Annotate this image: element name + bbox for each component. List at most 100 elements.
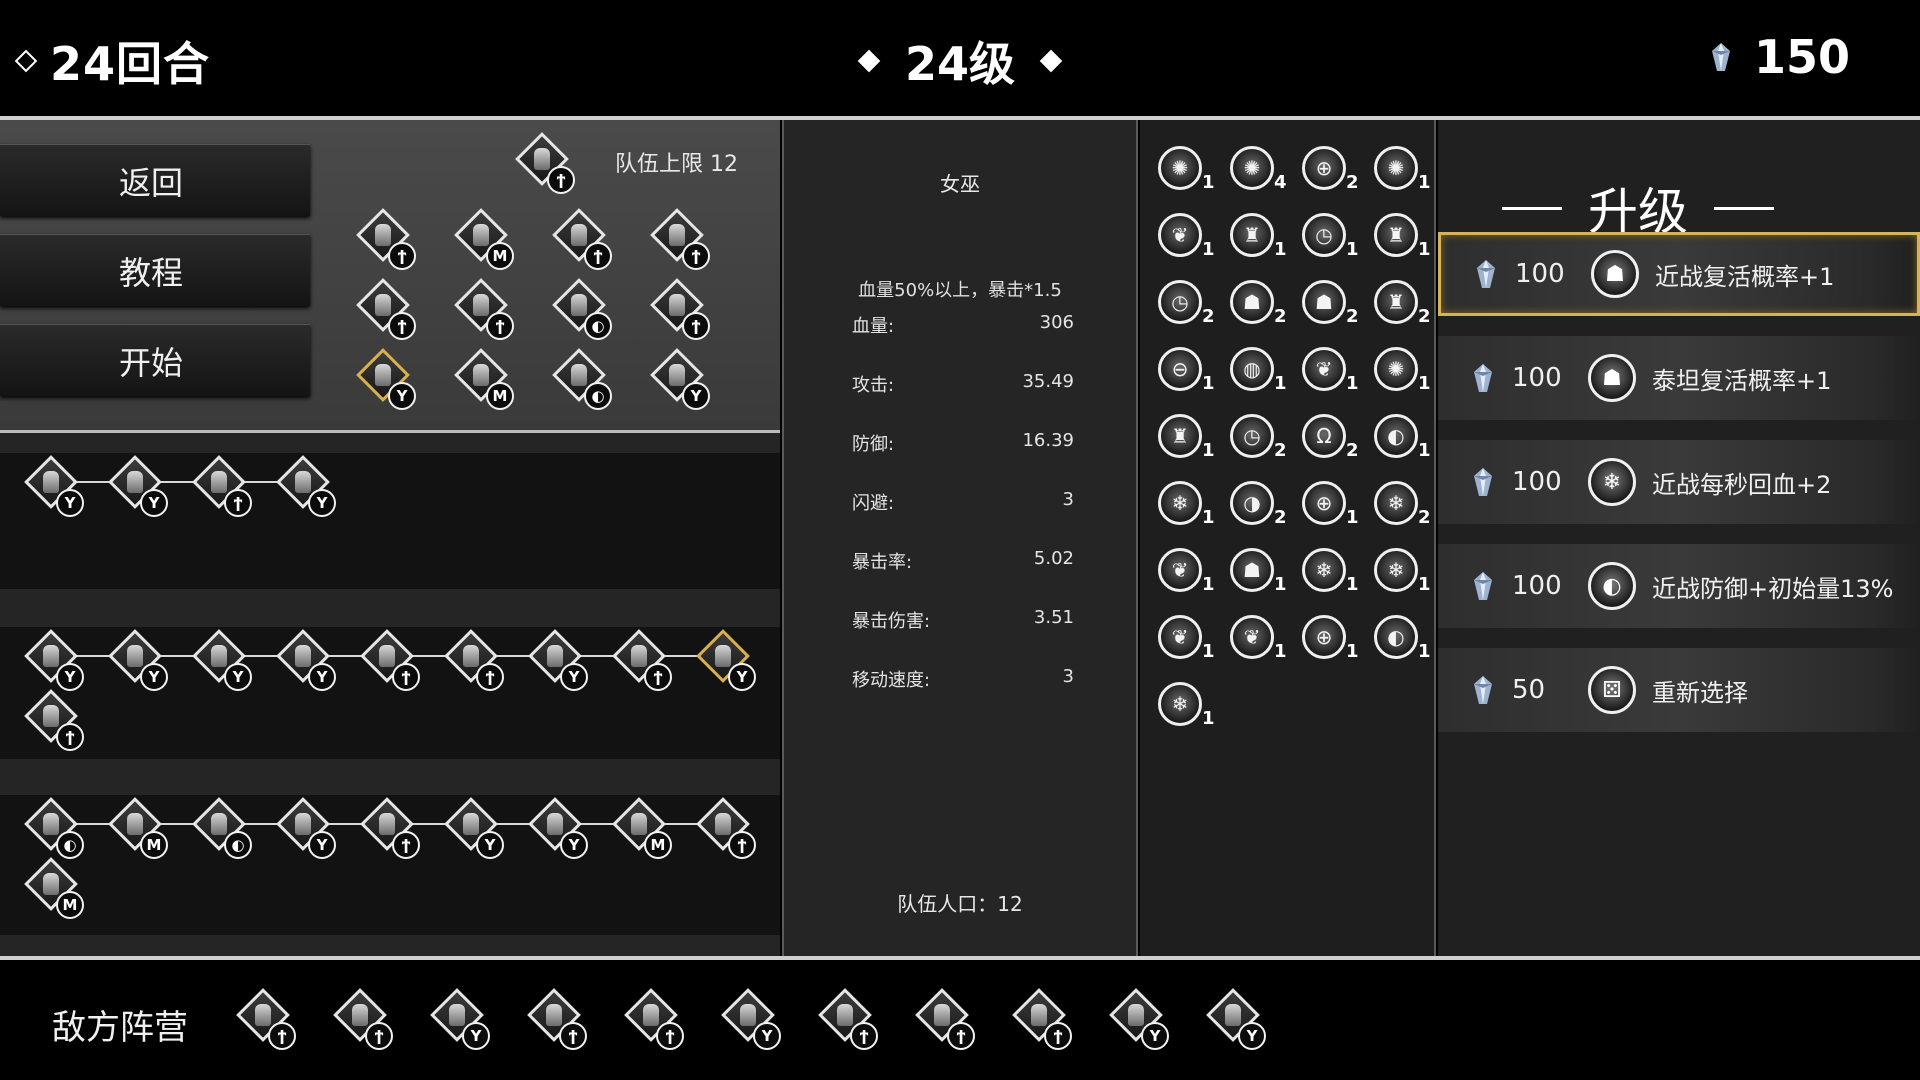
unit-slot[interactable]: Y — [356, 348, 418, 412]
unit-class-badge: ◐ — [224, 831, 252, 859]
buff-item[interactable]: ☗ 2 — [1230, 280, 1290, 334]
unit-slot[interactable]: ϯ — [527, 988, 589, 1052]
buff-item[interactable]: ✺ 4 — [1230, 146, 1290, 200]
unit-slot[interactable]: ◐ — [552, 278, 614, 342]
unit-slot[interactable]: ϯ — [624, 988, 686, 1052]
unit-slot[interactable]: ϯ — [192, 455, 254, 519]
buff-item[interactable]: ♜ 1 — [1158, 414, 1218, 468]
buff-item[interactable]: ❄ 1 — [1158, 682, 1218, 736]
unit-slot[interactable]: ϯ — [356, 278, 418, 342]
buff-item[interactable]: ⊕ 1 — [1302, 615, 1362, 669]
upgrade-option[interactable]: 50 ⚄ 重新选择 — [1438, 648, 1920, 732]
unit-slot[interactable]: Y — [108, 455, 170, 519]
buff-item[interactable]: ☗ 2 — [1302, 280, 1362, 334]
unit-portrait — [352, 1004, 368, 1026]
buff-item[interactable]: ♜ 1 — [1374, 213, 1434, 267]
buff-item[interactable]: ❦ 1 — [1302, 347, 1362, 401]
buff-item[interactable]: ◍ 1 — [1230, 347, 1290, 401]
unit-slot[interactable]: ϯ — [360, 797, 422, 861]
buff-item[interactable]: ◷ 2 — [1158, 280, 1218, 334]
buff-item[interactable]: ⊕ 1 — [1302, 481, 1362, 535]
unit-class-badge: ϯ — [547, 166, 575, 194]
buff-item[interactable]: ❄ 1 — [1158, 481, 1218, 535]
unit-slot[interactable]: M — [454, 208, 516, 272]
unit-slot[interactable]: ϯ — [552, 208, 614, 272]
unit-slot[interactable]: ϯ — [650, 278, 712, 342]
buff-item[interactable]: ❦ 1 — [1158, 213, 1218, 267]
unit-class-badge: Y — [140, 489, 168, 517]
tower-icon: ♜ — [1230, 213, 1274, 257]
unit-class-badge: Y — [308, 663, 336, 691]
unit-slot[interactable]: Y — [276, 629, 338, 693]
unit-slot[interactable]: ◐ — [24, 797, 86, 861]
buff-item[interactable]: ♜ 2 — [1374, 280, 1434, 334]
unit-slot[interactable]: M — [108, 797, 170, 861]
buff-item[interactable]: ❄ 1 — [1302, 548, 1362, 602]
buff-item[interactable]: ◑ 2 — [1230, 481, 1290, 535]
buff-item[interactable]: Ω2 — [1302, 414, 1362, 468]
unit-slot[interactable]: Y — [24, 629, 86, 693]
buff-item[interactable]: ❦ 1 — [1158, 548, 1218, 602]
unit-slot[interactable]: Y — [721, 988, 783, 1052]
buff-item[interactable]: ✺ 1 — [1374, 146, 1434, 200]
upgrade-option[interactable]: 100 ❄ 近战每秒回血+2 — [1438, 440, 1920, 524]
buff-item[interactable]: ❦ 1 — [1230, 615, 1290, 669]
buff-item[interactable]: ✺ 1 — [1158, 146, 1218, 200]
unit-slot[interactable]: Y — [696, 629, 758, 693]
unit-slot[interactable]: ϯ — [24, 689, 86, 753]
unit-slot[interactable]: ϯ — [236, 988, 298, 1052]
unit-slot[interactable]: Y — [444, 797, 506, 861]
unit-slot[interactable]: Y — [650, 348, 712, 412]
unit-slot[interactable]: M — [24, 857, 86, 921]
buff-item[interactable]: ◷ 2 — [1230, 414, 1290, 468]
buff-item[interactable]: ❄ 1 — [1374, 548, 1434, 602]
buff-item[interactable]: ✺ 1 — [1374, 347, 1434, 401]
unit-slot[interactable]: ϯ — [515, 132, 577, 196]
unit-slot[interactable]: Y — [276, 455, 338, 519]
buff-item[interactable]: ⊖ 1 — [1158, 347, 1218, 401]
unit-portrait — [463, 645, 479, 667]
unit-slot[interactable]: ϯ — [818, 988, 880, 1052]
unit-slot[interactable]: Y — [192, 629, 254, 693]
buff-count: 1 — [1202, 641, 1215, 662]
start-button[interactable]: 开始 — [0, 324, 310, 396]
unit-slot[interactable]: Y — [1206, 988, 1268, 1052]
unit-portrait — [669, 364, 685, 386]
unit-slot[interactable]: Y — [24, 455, 86, 519]
unit-slot[interactable]: Y — [108, 629, 170, 693]
upgrade-option[interactable]: 100 ☗ 泰坦复活概率+1 — [1438, 336, 1920, 420]
buff-item[interactable]: ❄ 2 — [1374, 481, 1434, 535]
unit-slot[interactable]: ϯ — [650, 208, 712, 272]
unit-slot[interactable]: ϯ — [333, 988, 395, 1052]
upgrade-option[interactable]: 100 ☗ 近战复活概率+1 — [1438, 232, 1920, 316]
unit-portrait — [837, 1004, 853, 1026]
unit-slot[interactable]: ϯ — [360, 629, 422, 693]
unit-slot[interactable]: ϯ — [444, 629, 506, 693]
unit-slot[interactable]: Y — [276, 797, 338, 861]
buff-item[interactable]: ◐ 1 — [1374, 414, 1434, 468]
unit-slot[interactable]: Y — [430, 988, 492, 1052]
unit-slot[interactable]: ϯ — [1012, 988, 1074, 1052]
unit-slot[interactable]: Y — [528, 629, 590, 693]
unit-slot[interactable]: ϯ — [454, 278, 516, 342]
unit-slot[interactable]: ϯ — [356, 208, 418, 272]
buff-item[interactable]: ❦ 1 — [1158, 615, 1218, 669]
buff-item[interactable]: ♜ 1 — [1230, 213, 1290, 267]
unit-slot[interactable]: M — [454, 348, 516, 412]
unit-slot[interactable]: ◐ — [552, 348, 614, 412]
unit-slot[interactable]: ϯ — [612, 629, 674, 693]
buff-item[interactable]: ◐ 1 — [1374, 615, 1434, 669]
unit-slot[interactable]: Y — [528, 797, 590, 861]
buff-item[interactable]: ⊕ 2 — [1302, 146, 1362, 200]
unit-slot[interactable]: ◐ — [192, 797, 254, 861]
stat-label: 攻击: — [852, 375, 895, 396]
unit-slot[interactable]: ϯ — [915, 988, 977, 1052]
unit-slot[interactable]: ϯ — [696, 797, 758, 861]
buff-item[interactable]: ◷ 1 — [1302, 213, 1362, 267]
unit-slot[interactable]: M — [612, 797, 674, 861]
upgrade-option[interactable]: 100 ◐ 近战防御+初始量13% — [1438, 544, 1920, 628]
buff-item[interactable]: ☗ 1 — [1230, 548, 1290, 602]
back-button[interactable]: 返回 — [0, 144, 310, 216]
tutorial-button[interactable]: 教程 — [0, 234, 310, 306]
unit-slot[interactable]: Y — [1109, 988, 1171, 1052]
